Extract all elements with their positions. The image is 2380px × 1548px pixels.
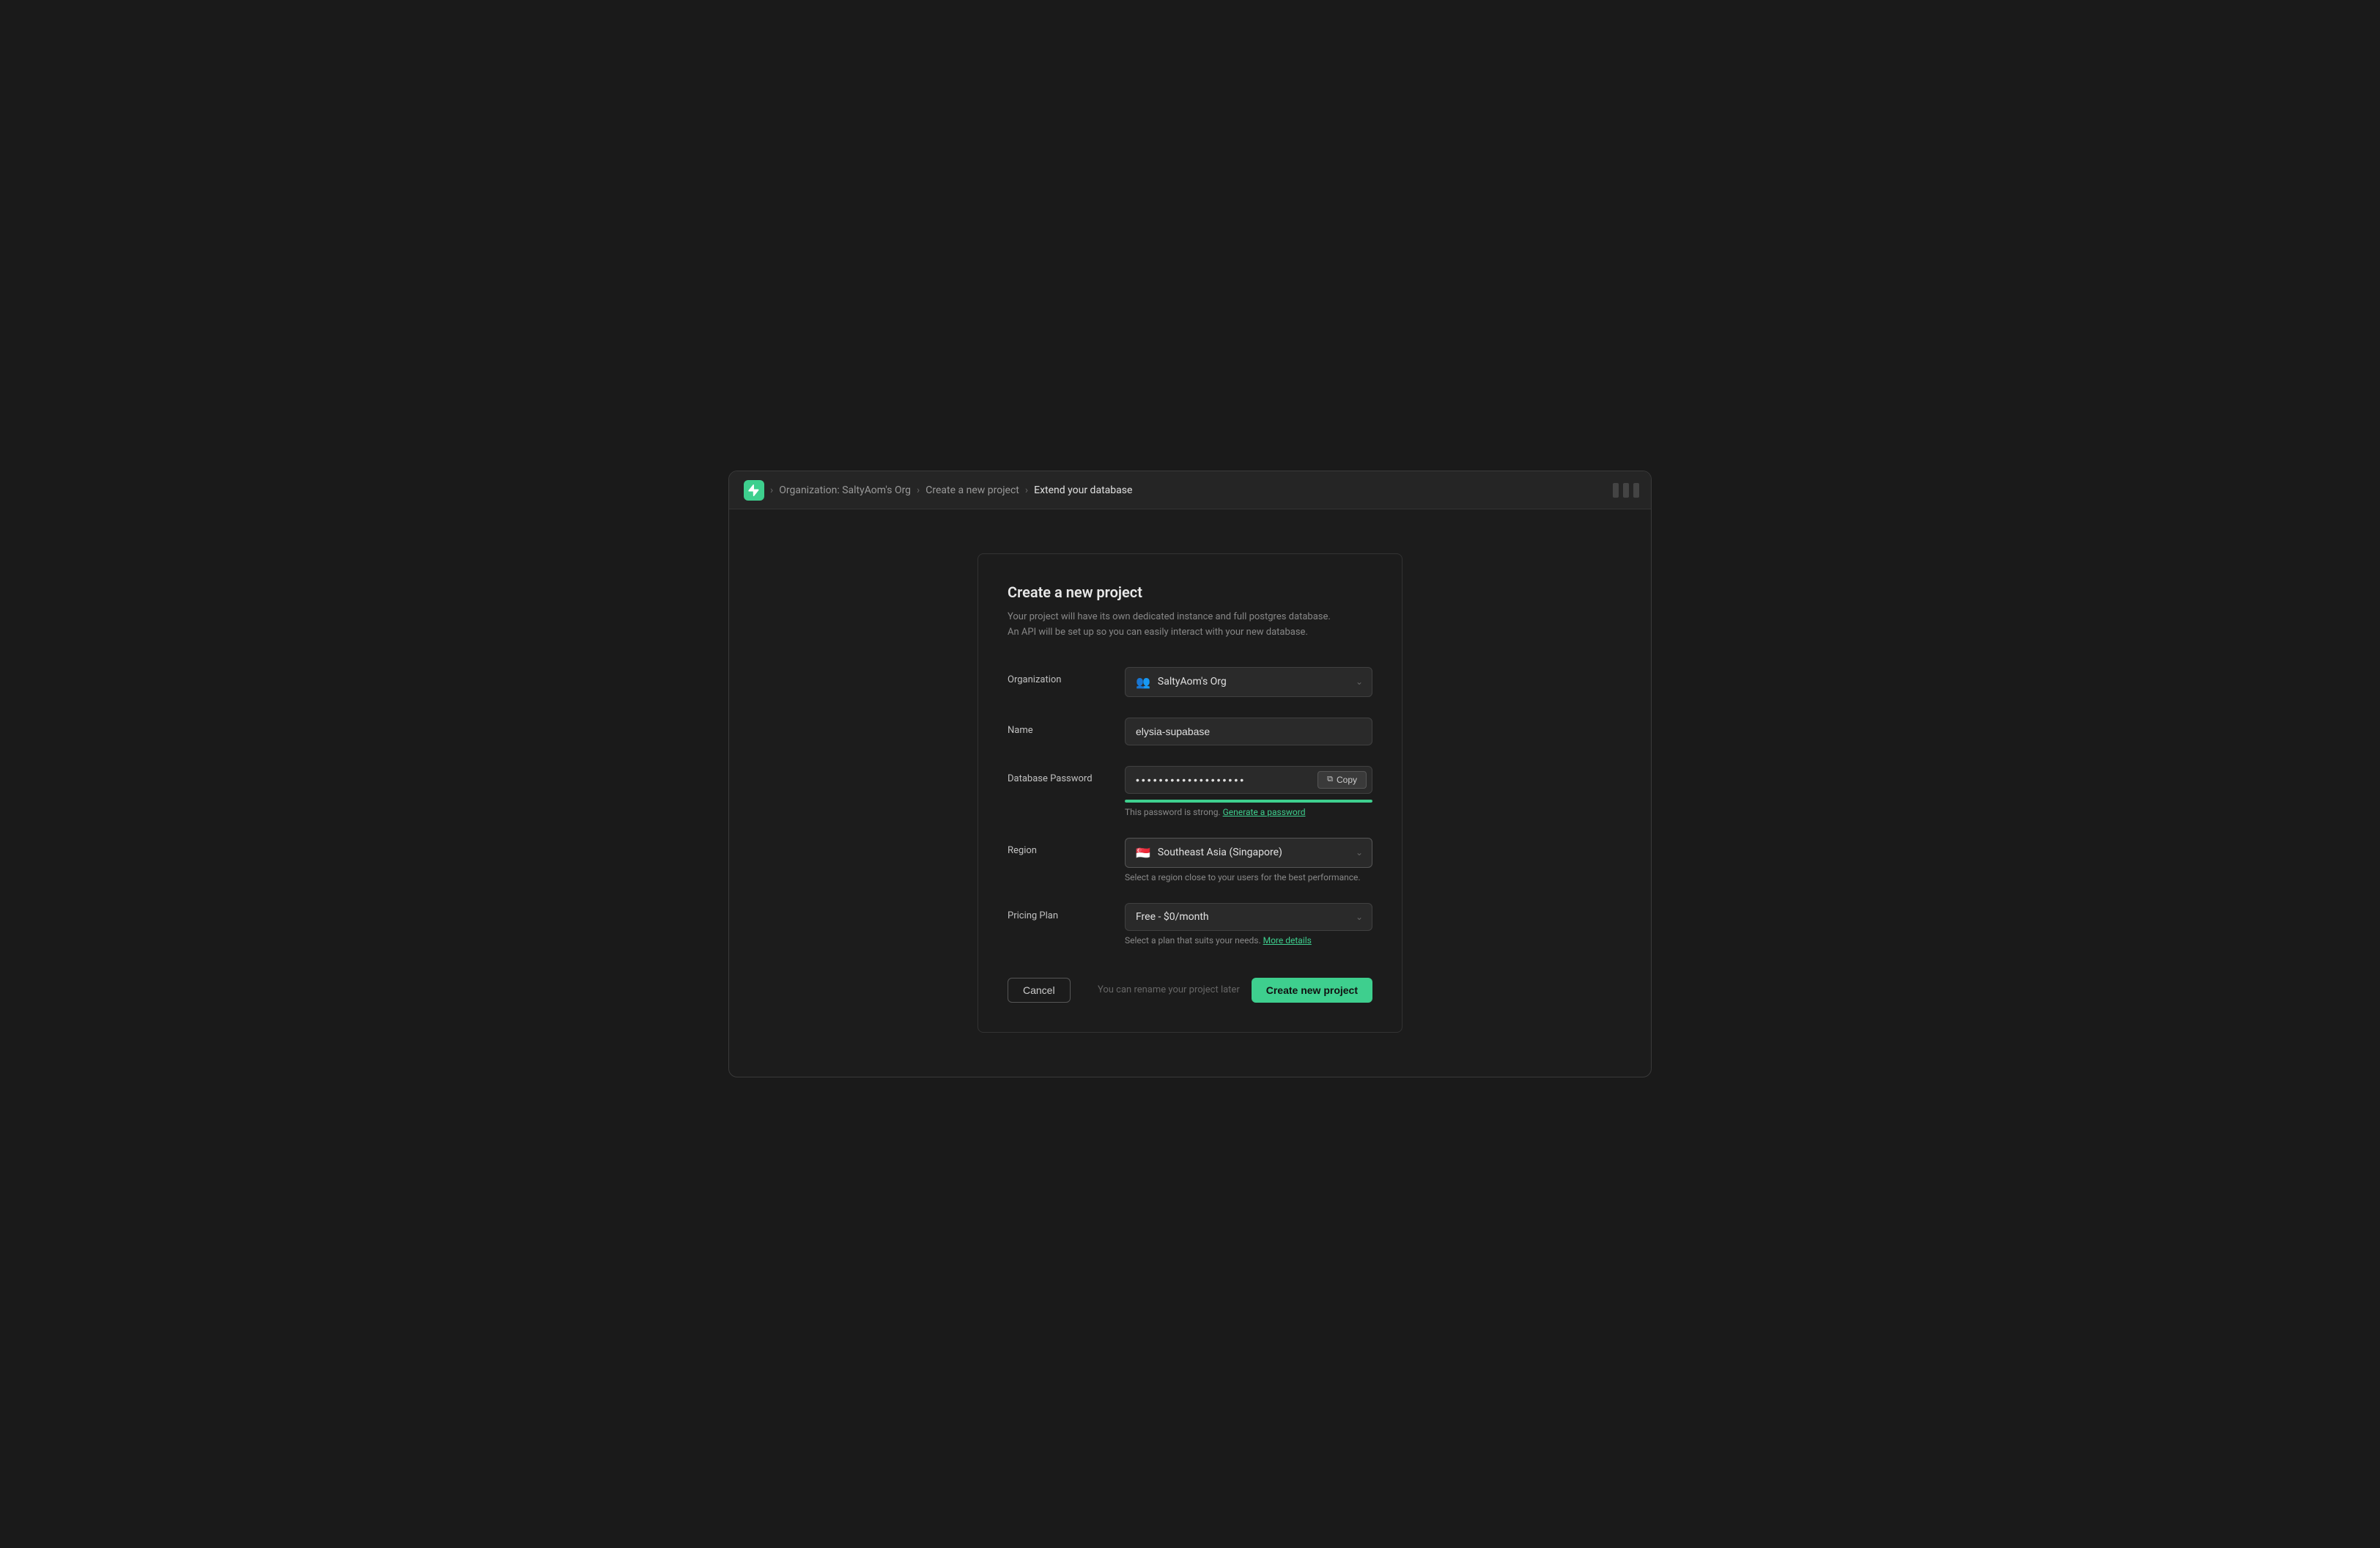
- breadcrumb-separator-1: ›: [917, 484, 920, 496]
- region-flag-icon: 🇸🇬: [1136, 846, 1150, 860]
- app-window: › Organization: SaltyAom's Org › Create …: [728, 471, 1652, 1077]
- chevron-down-icon: ⌄: [1356, 677, 1363, 687]
- region-label: Region: [1008, 838, 1110, 856]
- titlebar: › Organization: SaltyAom's Org › Create …: [729, 471, 1651, 509]
- breadcrumb-separator-0: ›: [770, 484, 773, 496]
- window-control-1: [1613, 483, 1619, 498]
- breadcrumb-extend-db: Extend your database: [1034, 484, 1132, 496]
- region-field: Region 🇸🇬 Southeast Asia (Singapore) ⌄ S…: [1008, 838, 1372, 882]
- organization-input-group: 👥 SaltyAom's Org ⌄: [1125, 667, 1372, 697]
- pricing-field: Pricing Plan Free - $0/month ⌄ Select a …: [1008, 903, 1372, 946]
- password-input-group: ⧉ Copy This password is strong. Generate…: [1125, 766, 1372, 817]
- pricing-hint-text: Select a plan that suits your needs.: [1125, 935, 1261, 946]
- pricing-chevron-icon: ⌄: [1356, 912, 1363, 922]
- name-input-group: [1125, 718, 1372, 745]
- password-wrapper: ⧉ Copy: [1125, 766, 1372, 794]
- password-hint: This password is strong. Generate a pass…: [1125, 807, 1372, 817]
- pricing-input-group: Free - $0/month ⌄ Select a plan that sui…: [1125, 903, 1372, 946]
- rename-hint: You can rename your project later: [1098, 984, 1240, 995]
- name-field: Name: [1008, 718, 1372, 745]
- breadcrumb: › Organization: SaltyAom's Org › Create …: [770, 484, 1132, 496]
- form-actions: Cancel You can rename your project later…: [1008, 966, 1372, 1003]
- copy-label: Copy: [1337, 775, 1357, 785]
- generate-password-link[interactable]: Generate a password: [1223, 807, 1306, 817]
- organization-label: Organization: [1008, 667, 1110, 685]
- copy-button[interactable]: ⧉ Copy: [1318, 771, 1367, 789]
- form-description-line2: An API will be set up so you can easily …: [1008, 627, 1308, 638]
- password-field: Database Password ⧉ Copy This password i…: [1008, 766, 1372, 817]
- pricing-select[interactable]: Free - $0/month ⌄: [1125, 903, 1372, 931]
- actions-right: You can rename your project later Create…: [1098, 978, 1372, 1003]
- password-strength-fill: [1125, 800, 1372, 803]
- breadcrumb-org[interactable]: Organization: SaltyAom's Org: [779, 484, 911, 496]
- region-chevron-icon: ⌄: [1356, 847, 1363, 858]
- region-value: Southeast Asia (Singapore): [1158, 847, 1282, 858]
- pricing-hint: Select a plan that suits your needs. Mor…: [1125, 935, 1372, 946]
- create-project-button[interactable]: Create new project: [1252, 978, 1372, 1003]
- cancel-button[interactable]: Cancel: [1008, 978, 1071, 1003]
- form-description: Your project will have its own dedicated…: [1008, 610, 1372, 641]
- copy-icon: ⧉: [1327, 775, 1333, 784]
- name-label: Name: [1008, 718, 1110, 736]
- breadcrumb-separator-2: ›: [1025, 484, 1028, 496]
- form-card: Create a new project Your project will h…: [978, 553, 1402, 1033]
- main-content: Create a new project Your project will h…: [729, 509, 1651, 1077]
- window-controls: [1613, 483, 1639, 498]
- organization-value: SaltyAom's Org: [1158, 676, 1227, 688]
- region-input-group: 🇸🇬 Southeast Asia (Singapore) ⌄ Select a…: [1125, 838, 1372, 882]
- pricing-value: Free - $0/month: [1136, 911, 1209, 923]
- window-control-3: [1633, 483, 1639, 498]
- region-select[interactable]: 🇸🇬 Southeast Asia (Singapore) ⌄: [1125, 838, 1372, 868]
- name-input[interactable]: [1125, 718, 1372, 745]
- organization-select[interactable]: 👥 SaltyAom's Org ⌄: [1125, 667, 1372, 697]
- window-control-2: [1623, 483, 1629, 498]
- form-description-line1: Your project will have its own dedicated…: [1008, 611, 1331, 622]
- organization-field: Organization 👥 SaltyAom's Org ⌄: [1008, 667, 1372, 697]
- password-strength-text: This password is strong.: [1125, 807, 1221, 817]
- org-people-icon: 👥: [1136, 675, 1150, 689]
- password-label: Database Password: [1008, 766, 1110, 784]
- supabase-logo[interactable]: [744, 480, 764, 501]
- region-hint: Select a region close to your users for …: [1125, 872, 1372, 882]
- form-title: Create a new project: [1008, 583, 1372, 601]
- more-details-link[interactable]: More details: [1263, 935, 1312, 946]
- password-strength-bar: [1125, 800, 1372, 803]
- breadcrumb-new-project[interactable]: Create a new project: [925, 484, 1019, 496]
- pricing-label: Pricing Plan: [1008, 903, 1110, 921]
